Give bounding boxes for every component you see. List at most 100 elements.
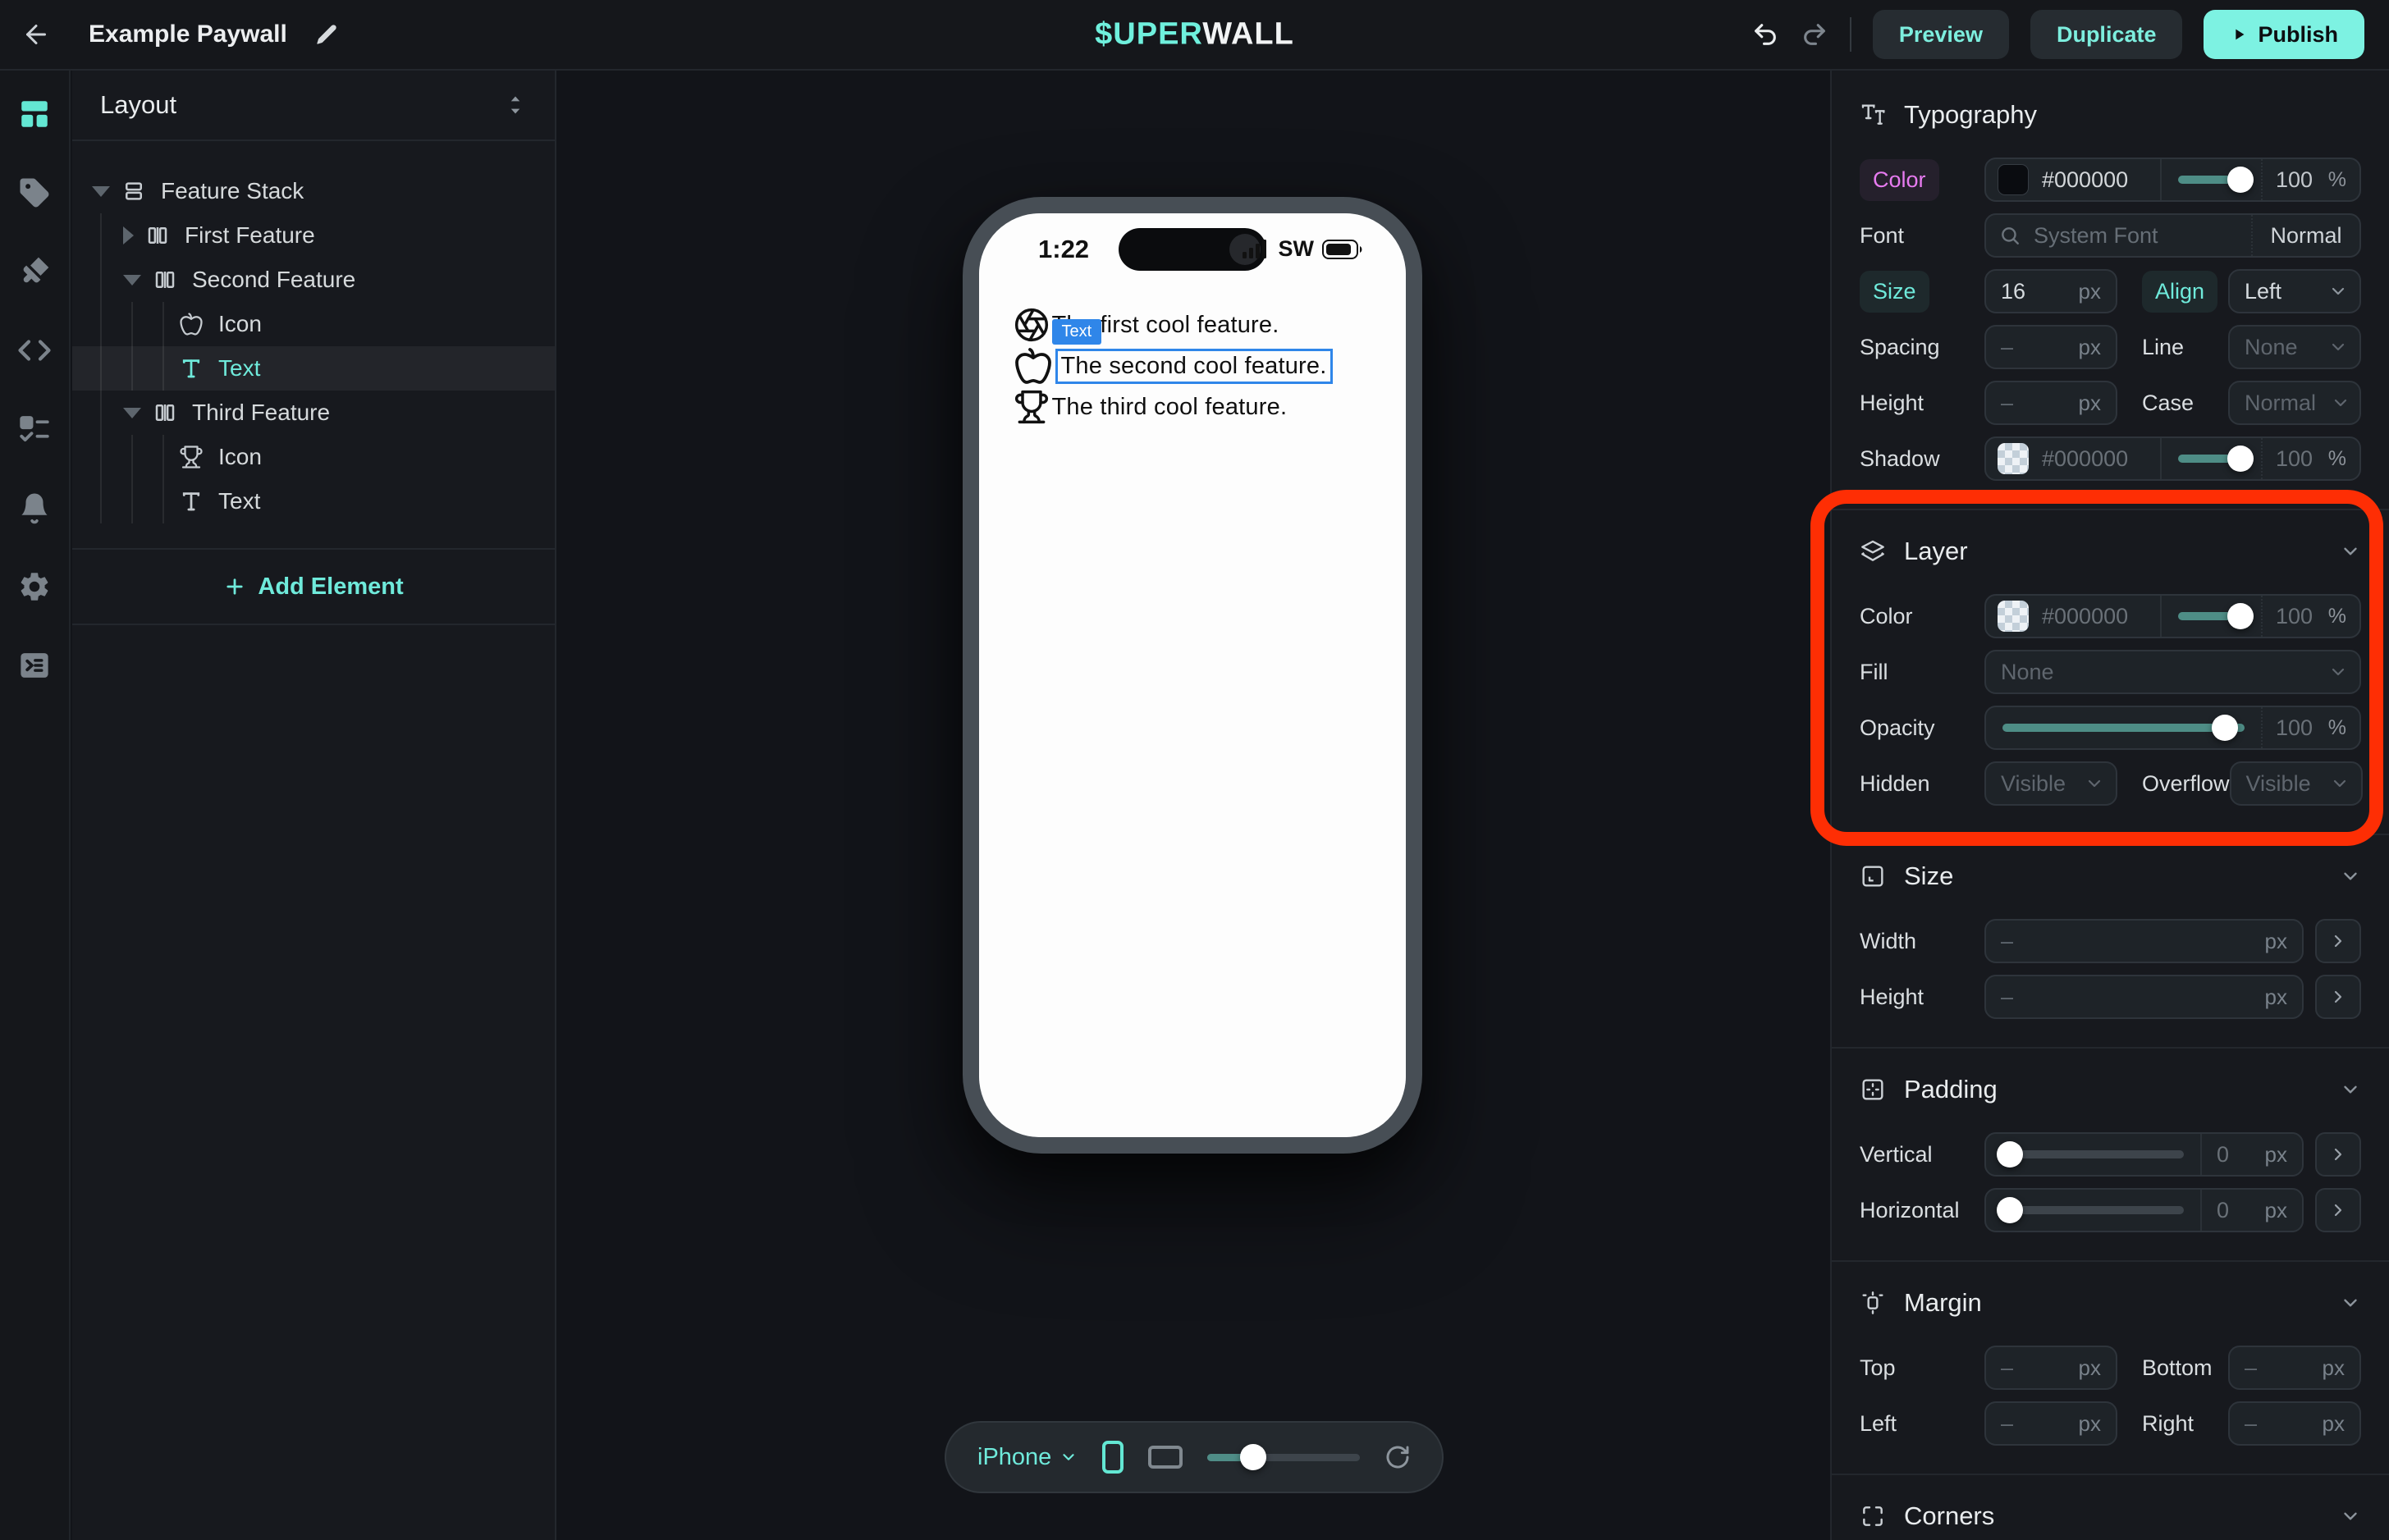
- tree-row-text-selected[interactable]: Text: [72, 346, 555, 391]
- tree-row-first-feature[interactable]: First Feature: [72, 213, 555, 258]
- chevrons-up-down-icon: [504, 94, 527, 117]
- width-expand-button[interactable]: [2315, 919, 2361, 963]
- collapse-triangle-icon[interactable]: [123, 275, 141, 286]
- slider-knob[interactable]: [2227, 167, 2254, 193]
- opacity-control: 100%: [1984, 706, 2361, 750]
- redo-button[interactable]: [1801, 21, 1828, 48]
- duplicate-button[interactable]: Duplicate: [2030, 10, 2183, 59]
- hidden-select[interactable]: Visible: [1984, 761, 2117, 806]
- slider-knob[interactable]: [2212, 715, 2238, 741]
- chevron-down-icon[interactable]: [2340, 1506, 2361, 1527]
- portrait-orientation-button[interactable]: [1102, 1441, 1124, 1474]
- canvas-zoom-slider[interactable]: [1207, 1454, 1360, 1461]
- color-swatch[interactable]: [1998, 164, 2029, 195]
- landscape-orientation-button[interactable]: [1148, 1446, 1183, 1469]
- back-button[interactable]: [21, 20, 51, 49]
- tree-row-icon-trophy[interactable]: Icon: [72, 435, 555, 479]
- height-expand-button[interactable]: [2315, 975, 2361, 1019]
- color-opacity-slider[interactable]: [2178, 176, 2245, 184]
- line-height-input[interactable]: – px: [1984, 381, 2117, 425]
- feature-row-third[interactable]: The third cool feature.: [1014, 389, 1333, 425]
- tree-row-icon-apple[interactable]: Icon: [72, 302, 555, 346]
- tree-row-text[interactable]: Text: [72, 479, 555, 523]
- vertical-padding-expand-button[interactable]: [2315, 1132, 2361, 1177]
- font-search-field[interactable]: System Font: [1986, 215, 2251, 256]
- text-icon: [179, 355, 205, 382]
- slider-knob[interactable]: [1240, 1444, 1266, 1470]
- expand-triangle-icon[interactable]: [123, 226, 134, 244]
- selection-tag: Text: [1052, 319, 1102, 345]
- padding-section-header[interactable]: Padding: [1832, 1067, 2389, 1113]
- corners-section-header[interactable]: Corners: [1832, 1493, 2389, 1539]
- rail-item-theme[interactable]: [16, 253, 53, 290]
- rail-item-settings[interactable]: [16, 568, 53, 605]
- vertical-padding-slider[interactable]: [2002, 1150, 2184, 1158]
- publish-button[interactable]: Publish: [2204, 10, 2364, 59]
- columns-icon: [153, 267, 179, 293]
- fill-select[interactable]: None: [1984, 650, 2361, 694]
- chevron-down-icon[interactable]: [2340, 866, 2361, 887]
- layer-hex-field[interactable]: #000000: [1986, 596, 2160, 637]
- rail-item-console[interactable]: [16, 647, 53, 684]
- opacity-slider[interactable]: [2002, 724, 2245, 732]
- chevron-down-icon[interactable]: [2340, 541, 2361, 562]
- refresh-button[interactable]: [1384, 1444, 1411, 1470]
- height-input[interactable]: – px: [1984, 975, 2304, 1019]
- size-section-header[interactable]: Size: [1832, 853, 2389, 899]
- tree-row-third-feature[interactable]: Third Feature: [72, 391, 555, 435]
- tree-row-second-feature[interactable]: Second Feature: [72, 258, 555, 302]
- margin-top-input[interactable]: – px: [1984, 1346, 2117, 1390]
- font-weight-select[interactable]: Normal: [2251, 215, 2359, 256]
- slider-knob[interactable]: [2227, 446, 2254, 472]
- preview-button[interactable]: Preview: [1873, 10, 2009, 59]
- shadow-opacity-slider[interactable]: [2178, 455, 2245, 463]
- line-select[interactable]: None: [2228, 325, 2361, 369]
- shadow-hex-field[interactable]: #000000: [1986, 438, 2160, 479]
- chevron-down-icon[interactable]: [2340, 1079, 2361, 1100]
- rail-item-notifications[interactable]: [16, 489, 53, 527]
- chevron-down-icon: [2328, 662, 2359, 682]
- rename-button[interactable]: [315, 23, 338, 46]
- case-select[interactable]: Normal: [2228, 381, 2361, 425]
- rail-item-layout[interactable]: [16, 95, 53, 133]
- transparent-swatch[interactable]: [1998, 443, 2029, 474]
- slider-knob[interactable]: [1997, 1141, 2023, 1168]
- layer-sort-button[interactable]: [504, 94, 527, 117]
- selected-text-element[interactable]: The second cool feature.: [1055, 349, 1333, 384]
- slider-knob[interactable]: [1997, 1197, 2023, 1223]
- transparent-swatch[interactable]: [1998, 601, 2029, 632]
- code-icon: [17, 333, 52, 368]
- align-select[interactable]: Left: [2228, 269, 2361, 313]
- collapse-triangle-icon[interactable]: [92, 186, 110, 197]
- tree-row-feature-stack[interactable]: Feature Stack: [72, 169, 555, 213]
- font-size-input[interactable]: 16 px: [1984, 269, 2117, 313]
- overflow-select[interactable]: Visible: [2230, 761, 2363, 806]
- typography-section-header[interactable]: Typography: [1832, 92, 2389, 138]
- rail-item-code[interactable]: [16, 331, 53, 369]
- layer-section-header[interactable]: Layer: [1832, 528, 2389, 574]
- align-toggle[interactable]: Align: [2142, 271, 2217, 313]
- slider-knob[interactable]: [2227, 603, 2254, 629]
- color-hex-field[interactable]: #000000: [1986, 159, 2160, 200]
- letter-spacing-input[interactable]: – px: [1984, 325, 2117, 369]
- chevron-down-icon[interactable]: [2340, 1292, 2361, 1314]
- horizontal-padding-slider[interactable]: [2002, 1206, 2184, 1214]
- margin-left-input[interactable]: – px: [1984, 1401, 2117, 1446]
- opacity-value[interactable]: 100: [2276, 167, 2313, 193]
- margin-section-header[interactable]: Margin: [1832, 1280, 2389, 1326]
- layer-opacity-slider[interactable]: [2178, 612, 2245, 620]
- add-element-button[interactable]: Add Element: [223, 574, 403, 601]
- layer-fill-row: Fill None: [1832, 650, 2389, 694]
- margin-bottom-input[interactable]: – px: [2228, 1346, 2361, 1390]
- font-size-toggle[interactable]: Size: [1860, 271, 1929, 313]
- width-input[interactable]: – px: [1984, 919, 2304, 963]
- horizontal-padding-expand-button[interactable]: [2315, 1188, 2361, 1232]
- text-color-toggle[interactable]: Color: [1860, 159, 1939, 201]
- rail-item-checklist[interactable]: [16, 410, 53, 448]
- margin-right-input[interactable]: – px: [2228, 1401, 2361, 1446]
- undo-button[interactable]: [1751, 21, 1779, 48]
- device-select[interactable]: iPhone: [977, 1444, 1078, 1471]
- feature-row-second-selected[interactable]: Text The second cool feature.: [1014, 346, 1333, 386]
- rail-item-products[interactable]: [16, 174, 53, 212]
- collapse-triangle-icon[interactable]: [123, 408, 141, 418]
